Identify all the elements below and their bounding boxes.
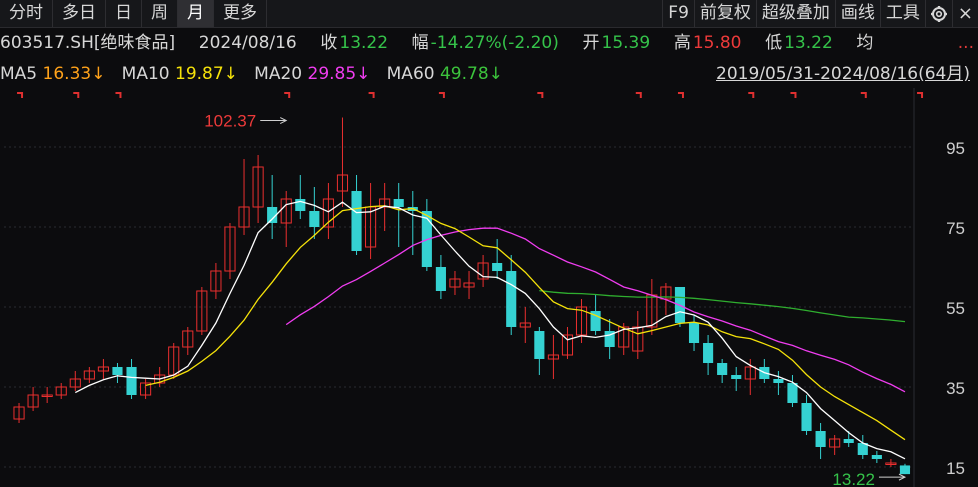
- ma5-label: MA5: [0, 64, 38, 84]
- candle-body: [506, 271, 517, 327]
- event-flag-icon: [73, 92, 80, 98]
- quote-info-bar: 603517.SH[绝味食品] 2024/08/16 收 13.22 幅 -14.2…: [0, 28, 978, 58]
- f9-button[interactable]: F9: [662, 0, 694, 27]
- date-range[interactable]: 2019/05/31-2024/08/16(64月): [716, 60, 970, 88]
- open-value: 15.39: [601, 33, 651, 53]
- stock-code: 603517.SH[绝味食品]: [0, 33, 176, 53]
- y-tick-label: 95: [946, 139, 965, 158]
- candle-body: [393, 199, 404, 207]
- adjust-button[interactable]: 前复权: [693, 0, 756, 27]
- y-tick-label: 75: [946, 219, 965, 238]
- candle-body: [731, 375, 742, 379]
- avg-label: 均: [856, 33, 874, 53]
- candle-body: [801, 403, 812, 431]
- toolbar-right: F9 前复权 超级叠加 画线 工具 ×: [662, 0, 978, 27]
- change-label: 幅: [411, 33, 429, 53]
- candle-body: [787, 383, 798, 403]
- candle-body: [871, 455, 882, 459]
- high-annotation: 102.37: [204, 112, 256, 131]
- candle-body: [717, 363, 728, 375]
- candle-body: [899, 465, 911, 475]
- y-tick-label: 55: [946, 299, 965, 318]
- ma10-label: MA10: [121, 64, 170, 84]
- candle-body: [815, 431, 826, 447]
- toolbar: 分时 多日日周月更多 F9 前复权 超级叠加 画线 工具 ×: [0, 0, 978, 28]
- close-label: 收: [320, 33, 338, 53]
- event-flag-icon: [635, 92, 642, 98]
- candle-body: [435, 267, 446, 291]
- event-flag-icon: [860, 92, 867, 98]
- candle-body: [688, 323, 700, 343]
- ma20-value: 29.85↓: [307, 64, 371, 84]
- high-value: 15.80: [692, 33, 742, 53]
- ma5-line: [75, 200, 906, 460]
- event-flag-icon: [748, 92, 755, 98]
- high-label: 高: [673, 33, 691, 53]
- quote-date: 2024/08/16: [198, 33, 297, 53]
- tab-day[interactable]: 日: [106, 0, 142, 27]
- low-label: 低: [765, 33, 783, 53]
- period-tabs: 分时 多日日周月更多: [0, 0, 267, 27]
- candle-body: [112, 367, 123, 375]
- tools-button[interactable]: 工具: [879, 0, 925, 27]
- candle-body: [309, 211, 320, 227]
- event-flag-icon: [115, 92, 122, 98]
- ma5-value: 16.33↓: [42, 64, 106, 84]
- event-flag-icon: [17, 92, 24, 98]
- open-label: 开: [582, 33, 600, 53]
- more-dots[interactable]: ...: [958, 28, 974, 58]
- y-tick-label: 15: [946, 459, 965, 478]
- ma60-label: MA60: [386, 64, 435, 84]
- candle-body: [703, 343, 714, 363]
- event-flag-icon: [917, 92, 924, 98]
- tab-week[interactable]: 周: [142, 0, 178, 27]
- ma10-value: 19.87↓: [175, 64, 238, 84]
- y-tick-label: 35: [946, 379, 965, 398]
- ma-legend: MA5 16.33↓ MA10 19.87↓ MA20 29.85↓ MA60 …: [0, 60, 978, 88]
- event-flag-icon: [790, 92, 797, 98]
- close-icon[interactable]: ×: [951, 0, 978, 27]
- close-value: 13.22: [339, 33, 389, 53]
- low-value: 13.22: [784, 33, 833, 53]
- low-annotation: 13.22: [832, 470, 875, 487]
- event-flag-icon: [537, 92, 544, 98]
- event-flag-icon: [368, 92, 375, 98]
- event-flag-icon: [284, 92, 291, 98]
- ma20-label: MA20: [254, 64, 303, 84]
- candle-body: [351, 191, 362, 251]
- event-flag-icon: [677, 92, 684, 98]
- candle-body: [773, 379, 784, 383]
- candle-body: [126, 367, 137, 395]
- tab-multiday[interactable]: 多日: [53, 0, 106, 27]
- tab-intraday[interactable]: 分时: [0, 0, 53, 27]
- ma60-value: 49.78↓: [439, 64, 503, 84]
- candle-body: [534, 331, 545, 359]
- tab-month[interactable]: 月: [178, 0, 214, 27]
- overlay-button[interactable]: 超级叠加: [755, 0, 835, 27]
- tab-more[interactable]: 更多: [214, 0, 267, 27]
- candlestick-chart[interactable]: 95 75 55 35 15 102.37 13.22: [0, 88, 978, 487]
- candle-body: [843, 439, 854, 443]
- draw-button[interactable]: 画线: [834, 0, 880, 27]
- candle-body: [492, 263, 503, 271]
- change-value: -14.27%(-2.20): [430, 33, 559, 53]
- event-flag-icon: [438, 92, 445, 98]
- gear-icon[interactable]: [924, 0, 952, 27]
